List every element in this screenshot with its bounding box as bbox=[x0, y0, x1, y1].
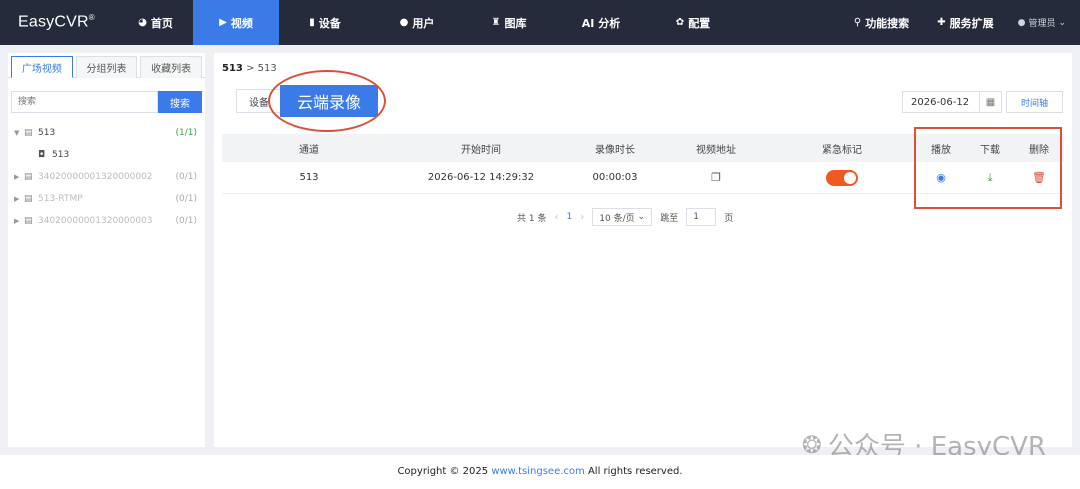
pager-total: 共 1 条 bbox=[517, 213, 547, 224]
gallery-icon: ♜ bbox=[491, 17, 501, 28]
caret-right-icon[interactable]: ▶ bbox=[14, 173, 24, 181]
tree-channel[interactable]: ◘ 513 bbox=[8, 144, 205, 166]
tab-group-list[interactable]: 分组列表 bbox=[75, 56, 138, 78]
breadcrumb: 513 > 513 bbox=[222, 63, 277, 74]
footer-rights: All rights reserved. bbox=[584, 466, 683, 477]
main-panel: 513 > 513 设备 云端录像 2026-06-12 ▦ 时间轴 通道 开始… bbox=[214, 53, 1072, 447]
tree-node-count: (0/1) bbox=[175, 216, 197, 226]
app-logo[interactable]: EasyCVR® bbox=[0, 13, 118, 31]
footer: Copyright © 2025 www.tsingsee.com All ri… bbox=[0, 455, 1080, 489]
page-size-select[interactable]: 10 条/页 ⌄ bbox=[592, 208, 653, 226]
col-video-url: 视频地址 bbox=[696, 144, 736, 156]
breadcrumb-separator: > bbox=[246, 63, 255, 74]
server-icon: ▤ bbox=[24, 194, 33, 204]
top-navbar: EasyCVR® ◕ 首页 ▶ 视频 ▮ 设备 ● 用户 ♜ 图库 AI 分析 ✿ 配置 ⚲… bbox=[0, 0, 1080, 45]
nav-right-group: ⚲ 功能搜索 ✚ 服务扩展 ● 管理员 ⌄ bbox=[840, 0, 1080, 45]
play-circle-icon: ▶ bbox=[219, 17, 227, 28]
col-start-time: 开始时间 bbox=[461, 144, 501, 156]
col-urgent-flag: 紧急标记 bbox=[822, 144, 862, 156]
pager-current-page[interactable]: 1 bbox=[566, 212, 572, 222]
camera-icon: ◘ bbox=[38, 150, 46, 160]
nav-home[interactable]: ◕ 首页 bbox=[118, 0, 193, 45]
device-icon: ▮ bbox=[309, 17, 315, 28]
tree-node-count: (0/1) bbox=[175, 172, 197, 182]
puzzle-icon: ✚ bbox=[937, 17, 946, 28]
tab-square-video[interactable]: 广场视频 bbox=[11, 56, 73, 78]
user-icon: ● bbox=[1017, 17, 1026, 28]
col-channel: 通道 bbox=[299, 144, 319, 156]
search-button[interactable]: 搜索 bbox=[158, 91, 202, 113]
server-icon: ▤ bbox=[24, 128, 33, 138]
breadcrumb-leaf: 513 bbox=[257, 63, 277, 74]
pagination: 共 1 条 ‹ 1 › 10 条/页 ⌄ 跳至 1 页 bbox=[517, 208, 733, 226]
footer-copyright: Copyright © 2025 bbox=[397, 466, 492, 477]
nav-ai-analysis[interactable]: AI 分析 bbox=[555, 0, 647, 45]
left-tabs: 广场视频 分组列表 收藏列表 bbox=[8, 53, 205, 78]
footer-link[interactable]: www.tsingsee.com bbox=[491, 466, 584, 477]
cell-channel: 513 bbox=[299, 172, 319, 183]
nav-service-extension[interactable]: ✚ 服务扩展 bbox=[923, 0, 1007, 45]
dashboard-icon: ◕ bbox=[138, 17, 147, 28]
nav-video[interactable]: ▶ 视频 bbox=[193, 0, 279, 45]
admin-menu[interactable]: ● 管理员 ⌄ bbox=[1008, 16, 1080, 30]
chevron-down-icon: ⌄ bbox=[637, 212, 646, 222]
chevron-right-icon[interactable]: › bbox=[580, 212, 584, 223]
tree-node-label: 513-RTMP bbox=[38, 194, 83, 204]
caret-right-icon[interactable]: ▶ bbox=[14, 195, 24, 203]
chevron-down-icon: ⌄ bbox=[1058, 17, 1066, 28]
user-icon: ● bbox=[399, 17, 409, 28]
tree-node-label: 34020000001320000002 bbox=[38, 172, 153, 182]
server-icon: ▤ bbox=[24, 216, 33, 226]
pager-page-unit: 页 bbox=[724, 213, 734, 224]
chevron-left-icon[interactable]: ‹ bbox=[554, 212, 558, 223]
copy-url-icon[interactable]: ❐ bbox=[711, 171, 721, 184]
urgent-flag-toggle[interactable] bbox=[826, 169, 858, 186]
server-icon: ▤ bbox=[24, 172, 33, 182]
tree-node-count: (0/1) bbox=[175, 194, 197, 204]
tree-node-label: 513 bbox=[52, 150, 70, 160]
left-search-row: 搜索 bbox=[8, 78, 205, 113]
tree-node-label: 513 bbox=[38, 128, 56, 138]
search-input[interactable] bbox=[11, 91, 158, 113]
caret-right-icon[interactable]: ▶ bbox=[14, 217, 24, 225]
tree-node-count: (1/1) bbox=[175, 128, 197, 138]
search-icon: ⚲ bbox=[853, 17, 862, 28]
pager-jump-label: 跳至 bbox=[660, 213, 679, 224]
timeline-button[interactable]: 时间轴 bbox=[1006, 91, 1063, 113]
nav-gallery[interactable]: ♜ 图库 bbox=[463, 0, 555, 45]
nav-config[interactable]: ✿ 配置 bbox=[647, 0, 739, 45]
tree-node[interactable]: ▶ ▤ 34020000001320000003 (0/1) bbox=[8, 210, 205, 232]
tree-node[interactable]: ▶ ▤ 513-RTMP (0/1) bbox=[8, 188, 205, 210]
tree-node-label: 34020000001320000003 bbox=[38, 216, 153, 226]
nav-feature-search[interactable]: ⚲ 功能搜索 bbox=[840, 0, 923, 45]
cell-start-time: 2026-06-12 14:29:32 bbox=[427, 172, 535, 183]
gear-icon: ✿ bbox=[675, 17, 685, 28]
cell-duration: 00:00:03 bbox=[592, 172, 638, 183]
nav-user[interactable]: ● 用户 bbox=[371, 0, 463, 45]
calendar-icon[interactable]: ▦ bbox=[980, 91, 1002, 113]
nav-device[interactable]: ▮ 设备 bbox=[279, 0, 371, 45]
tab-favorites[interactable]: 收藏列表 bbox=[140, 56, 203, 78]
annotation-circle bbox=[268, 70, 386, 132]
left-panel: 广场视频 分组列表 收藏列表 搜索 ▼ ▤ 513 (1/1) ◘ 513 ▶ … bbox=[8, 53, 205, 447]
pager-jump-input[interactable]: 1 bbox=[686, 208, 717, 226]
breadcrumb-root[interactable]: 513 bbox=[222, 63, 243, 74]
device-tree: ▼ ▤ 513 (1/1) ◘ 513 ▶ ▤ 3402000000132000… bbox=[8, 113, 205, 232]
tree-node[interactable]: ▶ ▤ 34020000001320000002 (0/1) bbox=[8, 166, 205, 188]
col-duration: 录像时长 bbox=[595, 144, 635, 156]
annotation-rectangle bbox=[914, 127, 1062, 209]
caret-down-icon[interactable]: ▼ bbox=[14, 129, 24, 137]
date-picker-input[interactable]: 2026-06-12 bbox=[902, 91, 980, 113]
tree-node[interactable]: ▼ ▤ 513 (1/1) bbox=[8, 122, 205, 144]
